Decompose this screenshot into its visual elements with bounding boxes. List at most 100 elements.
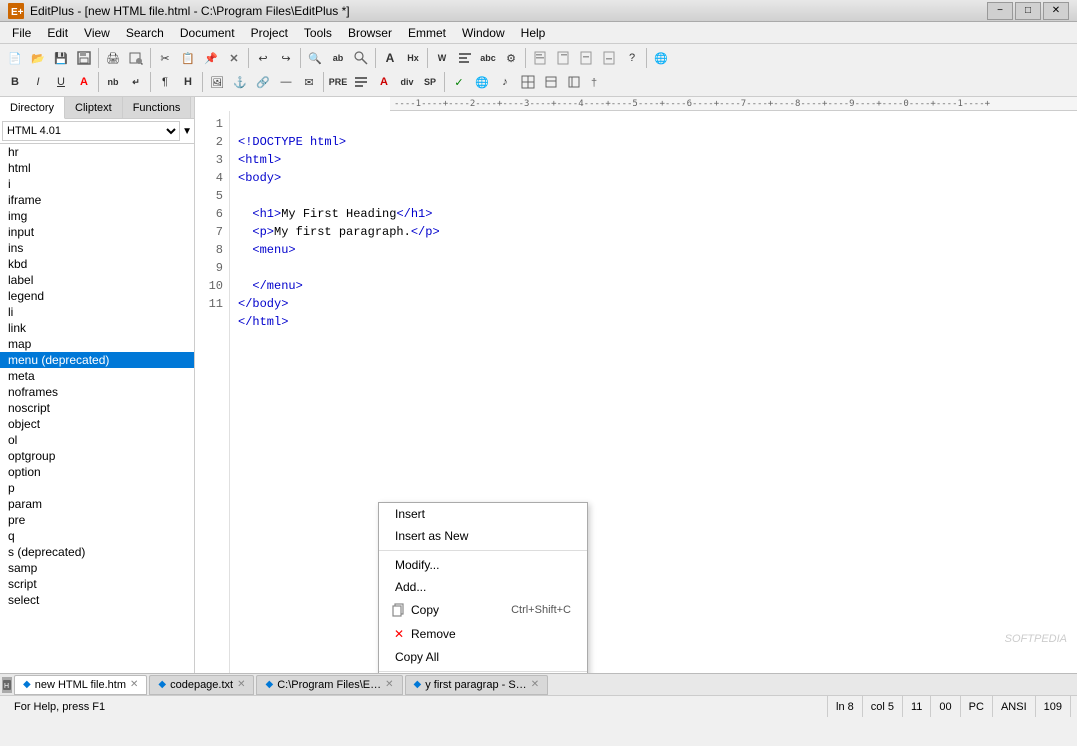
tab-close-2[interactable]: ✕ <box>237 679 245 690</box>
ctx-insert-as-new[interactable]: Insert as New <box>379 525 587 547</box>
tb-email[interactable]: ✉ <box>298 71 320 93</box>
tb-music[interactable]: ♪ <box>494 71 516 93</box>
ctx-modify[interactable]: Modify... <box>379 554 587 576</box>
tb-clip6[interactable] <box>563 71 585 93</box>
tb-div[interactable]: div <box>396 71 418 93</box>
tb-redo[interactable]: ↪ <box>275 47 297 69</box>
tb-font-size[interactable]: A <box>379 47 401 69</box>
tb-delete[interactable]: ✕ <box>223 47 245 69</box>
tb-font-color[interactable]: A <box>373 71 395 93</box>
ctx-copy[interactable]: Copy Ctrl+Shift+C <box>379 598 587 622</box>
tab-cliptext[interactable]: Cliptext <box>65 97 123 118</box>
menu-project[interactable]: Project <box>243 22 296 44</box>
ctx-add[interactable]: Add... <box>379 576 587 598</box>
tb-list[interactable] <box>350 71 372 93</box>
tb-undo[interactable]: ↩ <box>252 47 274 69</box>
tb-find-replace[interactable]: ab <box>327 47 349 69</box>
tb-word-wrap[interactable]: W <box>431 47 453 69</box>
tab-close-3[interactable]: ✕ <box>385 679 393 690</box>
tab-functions[interactable]: Functions <box>123 97 192 118</box>
tag-object[interactable]: object <box>0 416 194 432</box>
tb-Hx[interactable]: Hx <box>402 47 424 69</box>
menu-emmet[interactable]: Emmet <box>400 22 454 44</box>
ctx-insert[interactable]: Insert <box>379 503 587 525</box>
tag-script[interactable]: script <box>0 576 194 592</box>
tag-hr[interactable]: hr <box>0 144 194 160</box>
tb-clip4[interactable] <box>598 47 620 69</box>
tag-kbd[interactable]: kbd <box>0 256 194 272</box>
tag-ins[interactable]: ins <box>0 240 194 256</box>
tb-browse[interactable]: 🌐 <box>650 47 672 69</box>
tb-pre[interactable]: PRE <box>327 71 349 93</box>
tag-i[interactable]: i <box>0 176 194 192</box>
tag-select[interactable]: select <box>0 592 194 608</box>
tag-noframes[interactable]: noframes <box>0 384 194 400</box>
tb-sp[interactable]: SP <box>419 71 441 93</box>
tb-find-in-files[interactable] <box>350 47 372 69</box>
tag-q[interactable]: q <box>0 528 194 544</box>
doc-tab-program-files[interactable]: ◆ C:\Program Files\E… ✕ <box>256 675 402 695</box>
menu-search[interactable]: Search <box>118 22 172 44</box>
tb-nb[interactable]: nb <box>102 71 124 93</box>
minimize-button[interactable]: − <box>987 2 1013 20</box>
tag-iframe[interactable]: iframe <box>0 192 194 208</box>
tb-clip5[interactable] <box>540 71 562 93</box>
tag-pre[interactable]: pre <box>0 512 194 528</box>
tb-underline[interactable]: U <box>50 71 72 93</box>
tb-save[interactable]: 💾 <box>50 47 72 69</box>
code-content[interactable]: <!DOCTYPE html> <html> <body> <h1>My Fir… <box>230 111 1077 673</box>
tag-html[interactable]: html <box>0 160 194 176</box>
menu-document[interactable]: Document <box>172 22 243 44</box>
tab-close-1[interactable]: ✕ <box>130 679 138 690</box>
tb-copy[interactable]: 📋 <box>177 47 199 69</box>
tb-wordcount[interactable] <box>454 47 476 69</box>
tb-paste[interactable]: 📌 <box>200 47 222 69</box>
menu-window[interactable]: Window <box>454 22 513 44</box>
tb-browser2[interactable]: 🌐 <box>471 71 493 93</box>
tag-noscript[interactable]: noscript <box>0 400 194 416</box>
close-button[interactable]: ✕ <box>1043 2 1069 20</box>
tb-link2[interactable]: 🔗 <box>252 71 274 93</box>
doc-tab-new-html[interactable]: ◆ new HTML file.htm ✕ <box>14 675 147 695</box>
tb-table[interactable] <box>517 71 539 93</box>
tag-link[interactable]: link <box>0 320 194 336</box>
menu-browser[interactable]: Browser <box>340 22 400 44</box>
tb-settings[interactable]: ⚙ <box>500 47 522 69</box>
tb-clip2[interactable] <box>552 47 574 69</box>
menu-view[interactable]: View <box>76 22 118 44</box>
tb-anchor[interactable]: ⚓ <box>229 71 251 93</box>
tb-print[interactable]: 🖨 <box>102 47 124 69</box>
tb-help[interactable]: ? <box>621 47 643 69</box>
tb-find[interactable]: 🔍 <box>304 47 326 69</box>
tb-clip1[interactable] <box>529 47 551 69</box>
tb-color[interactable]: A <box>73 71 95 93</box>
tag-optgroup[interactable]: optgroup <box>0 448 194 464</box>
code-editor[interactable]: 1 2 3 4 5 6 7 8 9 10 11 <!DOCTYPE html> … <box>195 111 1077 673</box>
tb-br[interactable]: ↵ <box>125 71 147 93</box>
tb-print-preview[interactable] <box>125 47 147 69</box>
tag-s-deprecated[interactable]: s (deprecated) <box>0 544 194 560</box>
tag-option[interactable]: option <box>0 464 194 480</box>
tag-legend[interactable]: legend <box>0 288 194 304</box>
tab-directory[interactable]: Directory <box>0 97 65 119</box>
tb-para[interactable]: ¶ <box>154 71 176 93</box>
tb-img-icon[interactable]: 🖼 <box>206 71 228 93</box>
tb-open[interactable]: 📂 <box>27 47 49 69</box>
tb-bold[interactable]: B <box>4 71 26 93</box>
tab-close-4[interactable]: ✕ <box>531 679 539 690</box>
tag-label[interactable]: label <box>0 272 194 288</box>
tb-valid[interactable]: ✓ <box>448 71 470 93</box>
tb-save-all[interactable] <box>73 47 95 69</box>
menu-edit[interactable]: Edit <box>39 22 76 44</box>
tag-param[interactable]: param <box>0 496 194 512</box>
tag-input[interactable]: input <box>0 224 194 240</box>
menu-file[interactable]: File <box>4 22 39 44</box>
tag-ol[interactable]: ol <box>0 432 194 448</box>
tb-cut[interactable]: ✂ <box>154 47 176 69</box>
tag-menu-deprecated[interactable]: menu (deprecated) <box>0 352 194 368</box>
html-version-selector[interactable]: HTML 4.01 HTML 5 XHTML 1.0 ▼ <box>0 119 194 144</box>
tag-p[interactable]: p <box>0 480 194 496</box>
tb-spell[interactable]: abc <box>477 47 499 69</box>
doc-tab-codepage[interactable]: ◆ codepage.txt ✕ <box>149 675 254 695</box>
menu-tools[interactable]: Tools <box>296 22 340 44</box>
